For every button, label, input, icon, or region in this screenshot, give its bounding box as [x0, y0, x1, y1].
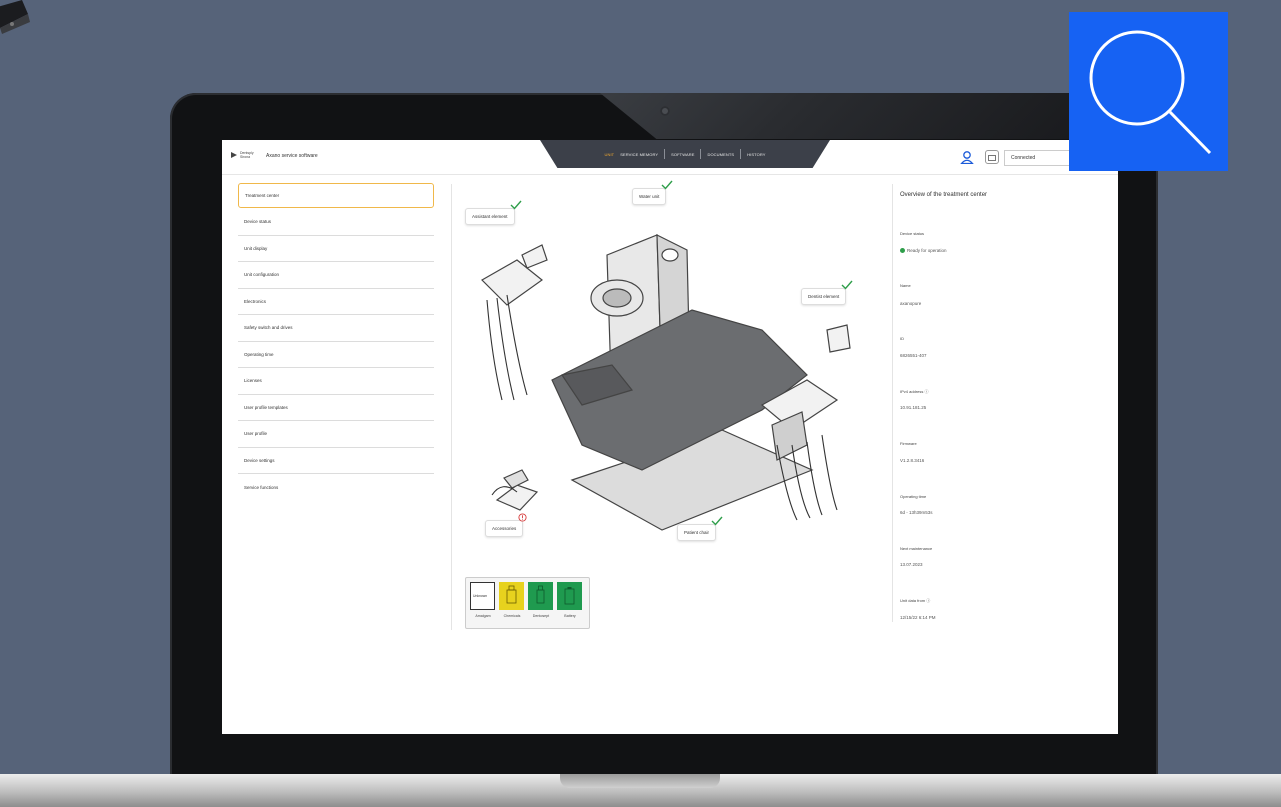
- consumable-dentosept-label: Dentosept: [532, 614, 550, 618]
- nav-divider: [740, 149, 742, 159]
- consumable-amalgam[interactable]: Unknown: [470, 582, 495, 610]
- content-divider-right: [892, 184, 893, 622]
- treatment-center-illustration: [481, 234, 851, 531]
- overview-panel: Overview of the treatment center Device …: [900, 192, 1100, 620]
- sidebar-item-device-status[interactable]: Device status: [238, 209, 434, 236]
- sidebar-item-operating-time[interactable]: Operating time: [238, 342, 434, 368]
- search-overlay-button[interactable]: [1069, 12, 1228, 171]
- status-dot-icon: [900, 248, 905, 254]
- consumables-panel: Unknown Amalgam Chemicals Dentosept Batt…: [465, 577, 590, 629]
- patient-chair-text: Patient chair: [684, 530, 710, 535]
- sidebar-item-electronics[interactable]: Electronics: [238, 289, 434, 315]
- assistant-element-text: Assistant element: [472, 214, 508, 219]
- logo-mark-icon: [231, 152, 237, 158]
- consumable-dentosept[interactable]: [528, 582, 553, 610]
- bezel-reflection: [600, 93, 1070, 139]
- check-icon: [711, 516, 723, 526]
- check-icon: [661, 180, 673, 190]
- app-screen: Dentsply Sirona Axano service software U…: [222, 140, 1118, 734]
- device-icon[interactable]: [985, 150, 999, 164]
- search-icon: [1089, 30, 1212, 155]
- consumable-battery[interactable]: [557, 582, 582, 610]
- bottle-icon: [506, 585, 517, 604]
- consumable-chemicals[interactable]: [499, 582, 524, 610]
- device-status-value: Ready for operation: [900, 248, 947, 254]
- check-icon: [841, 280, 853, 290]
- accessories-text: Accessories: [492, 526, 517, 531]
- tab-unit[interactable]: UNIT: [604, 152, 614, 157]
- device-corner-image: [0, 0, 30, 34]
- warning-icon: [518, 513, 527, 522]
- id-value: 6826551-407: [900, 353, 927, 358]
- id-label: ID: [900, 336, 904, 341]
- top-bar: Dentsply Sirona Axano service software U…: [222, 140, 1118, 175]
- sidebar-item-treatment-center[interactable]: Treatment center: [238, 183, 434, 208]
- accessories-label[interactable]: Accessories: [485, 513, 527, 537]
- ipv4-value: 10.91.181.25: [900, 405, 927, 410]
- dentist-element-text: Dentist element: [808, 294, 840, 299]
- device-status-text: Ready for operation: [907, 248, 947, 253]
- next-maintenance-value: 13.07.2023: [900, 562, 923, 567]
- operating-time-label: Operating time: [900, 494, 927, 499]
- overview-title: Overview of the treatment center: [900, 192, 988, 198]
- consumable-amalgam-status: Unknown: [473, 594, 488, 598]
- logo-text: Dentsply Sirona: [240, 151, 254, 159]
- sidebar-item-device-settings[interactable]: Device settings: [238, 448, 434, 474]
- dentist-element-label[interactable]: Dentist element: [801, 280, 853, 305]
- battery-icon: [564, 587, 575, 605]
- main-nav: UNIT SERVICE MEMORY SOFTWARE DOCUMENTS H…: [540, 140, 830, 168]
- nav-divider: [664, 149, 666, 159]
- nav-divider: [700, 149, 702, 159]
- bottle-icon: [536, 585, 545, 604]
- operating-time-value: 6d - 13h39m53s: [900, 510, 933, 515]
- sidebar-item-unit-configuration[interactable]: Unit configuration: [238, 262, 434, 289]
- name-value: axanopure: [900, 301, 922, 306]
- device-status-label: Device status: [900, 231, 925, 236]
- assistant-element-label[interactable]: Assistant element: [465, 200, 522, 225]
- tab-software[interactable]: SOFTWARE: [671, 152, 694, 157]
- tab-history[interactable]: HISTORY: [747, 152, 765, 157]
- brand-logo: Dentsply Sirona: [230, 151, 254, 159]
- sidebar-item-unit-display[interactable]: Unit display: [238, 236, 434, 262]
- consumable-chemicals-label: Chemicals: [503, 614, 521, 618]
- firmware-label: Firmware: [900, 441, 917, 446]
- check-icon: [510, 200, 522, 210]
- user-icon[interactable]: [960, 150, 974, 164]
- firmware-value: V1.2.8.3416: [900, 458, 925, 463]
- tab-service-memory[interactable]: SERVICE MEMORY: [620, 152, 658, 157]
- consumable-amalgam-label: Amalgam: [475, 614, 491, 618]
- app-title: Axano service software: [266, 153, 318, 159]
- content-divider-left: [451, 184, 452, 630]
- sidebar-item-licenses[interactable]: Licenses: [238, 368, 434, 395]
- name-label: Name: [900, 283, 911, 288]
- consumable-battery-label: Battery: [564, 614, 576, 618]
- device-glyph-icon: [988, 155, 996, 161]
- sidebar: Treatment center Device status Unit disp…: [238, 183, 434, 501]
- tab-documents[interactable]: DOCUMENTS: [707, 152, 734, 157]
- patient-chair-label[interactable]: Patient chair: [677, 516, 723, 541]
- ipv4-label: IPv4 address ⓘ: [900, 389, 929, 394]
- webcam: [660, 106, 670, 116]
- laptop-hinge-notch: [560, 774, 720, 788]
- water-unit-label[interactable]: Water unit: [632, 180, 673, 205]
- sidebar-item-safety-switch[interactable]: Safety switch and drives: [238, 315, 434, 342]
- unit-data-label: Unit data from ⓘ: [900, 598, 931, 603]
- sidebar-item-service-functions[interactable]: Service functions: [238, 474, 434, 501]
- water-unit-text: Water unit: [639, 194, 660, 199]
- next-maintenance-label: Next maintenance: [900, 546, 933, 551]
- unit-data-value: 12/15/22 6:14 PM: [900, 615, 936, 620]
- sidebar-item-user-profile-templates[interactable]: User profile templates: [238, 395, 434, 421]
- sidebar-item-user-profile[interactable]: User profile: [238, 421, 434, 448]
